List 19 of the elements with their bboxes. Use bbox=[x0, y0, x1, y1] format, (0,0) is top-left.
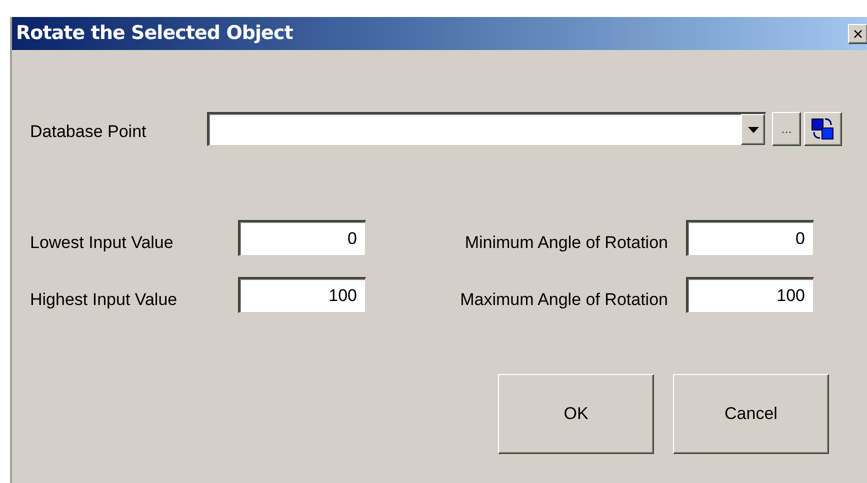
swap-icon bbox=[810, 116, 836, 142]
field-label: Minimum Angle of Rotation bbox=[464, 232, 669, 254]
toolbar-button[interactable] bbox=[804, 112, 842, 146]
dropdown-button[interactable] bbox=[741, 114, 765, 145]
caret-icon bbox=[748, 126, 758, 132]
number-field[interactable]: 100 bbox=[686, 277, 814, 313]
combo-box[interactable] bbox=[207, 112, 766, 146]
window-title: Rotate the Selected Object bbox=[16, 21, 293, 46]
number-field[interactable]: 100 bbox=[238, 277, 366, 313]
field-label: Lowest Input Value bbox=[30, 232, 174, 254]
field-label: Maximum Angle of Rotation bbox=[459, 289, 669, 312]
field-label: Highest Input Value bbox=[30, 289, 178, 312]
dialog-button[interactable]: OK bbox=[498, 374, 654, 454]
browse-button[interactable]: ... bbox=[772, 112, 801, 146]
number-field[interactable]: 0 bbox=[686, 220, 814, 256]
dialog-button[interactable]: Cancel bbox=[673, 374, 829, 454]
number-field[interactable]: 0 bbox=[238, 220, 366, 256]
close-button[interactable]: × bbox=[848, 24, 867, 44]
field-label: Database Point bbox=[30, 121, 148, 144]
